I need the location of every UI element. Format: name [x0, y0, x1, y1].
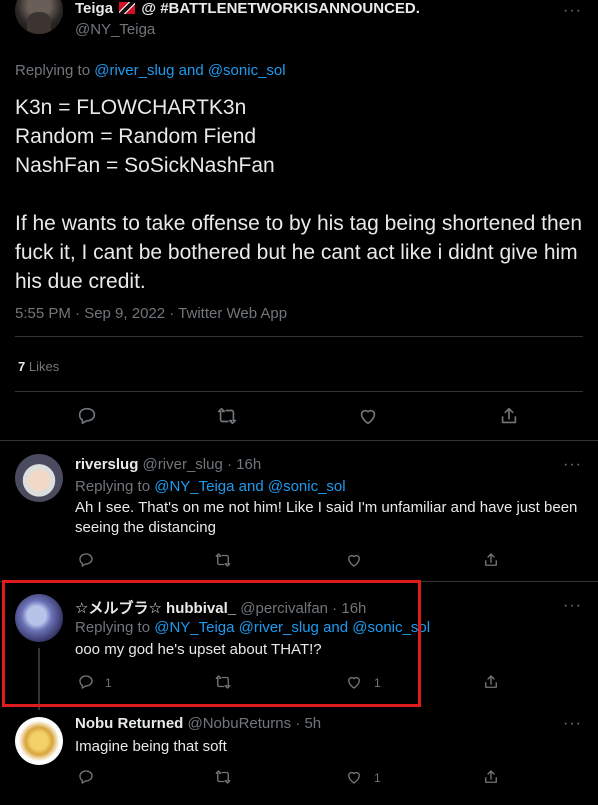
like-icon[interactable] [345, 551, 363, 569]
tweet-line: If he wants to take offense to by his ta… [15, 212, 582, 293]
divider [15, 391, 583, 392]
more-icon[interactable]: ··· [563, 2, 582, 20]
share-icon[interactable] [482, 551, 500, 569]
likes-count[interactable]: 7 Likes [18, 359, 59, 374]
reply-author[interactable]: Nobu Returned @NobuReturns · 5h [75, 715, 321, 732]
reply-handle: @NobuReturns · 5h [187, 715, 322, 732]
reply-icon[interactable] [77, 768, 95, 786]
trinidad-flag-icon [119, 2, 136, 14]
display-name: Teiga [75, 0, 114, 17]
like-count: 1 [374, 771, 381, 785]
tweet-text: K3n = FLOWCHARTK3n Random = Random Fiend… [15, 93, 585, 296]
replying-to: Replying to @river_slug and @sonic_sol [15, 62, 286, 79]
more-icon[interactable]: ··· [563, 715, 582, 733]
reply-avatar[interactable] [15, 454, 63, 502]
more-icon[interactable]: ··· [563, 456, 582, 474]
like-icon[interactable] [345, 768, 363, 786]
reply-text: Imagine being that soft [75, 738, 227, 755]
share-icon[interactable] [482, 673, 500, 691]
author-avatar[interactable] [15, 0, 63, 34]
reply-handle: @river_slug · 16h [142, 456, 262, 473]
tweet-line: Random = Random Fiend [15, 125, 257, 148]
display-name-suffix: @ #BATTLENETWORKISANNOUNCED. [141, 0, 420, 17]
replying-to-users[interactable]: @river_slug and @sonic_sol [94, 62, 285, 79]
divider [15, 336, 583, 337]
reply-author[interactable]: riverslug @river_slug · 16h [75, 456, 261, 473]
more-icon[interactable]: ··· [563, 597, 582, 615]
retweet-icon[interactable] [216, 405, 238, 427]
author-name[interactable]: Teiga @ #BATTLENETWORKISANNOUNCED. [75, 0, 420, 17]
tweet-line [15, 180, 585, 209]
divider [0, 440, 598, 441]
like-icon[interactable] [357, 405, 379, 427]
retweet-icon[interactable] [214, 768, 232, 786]
reply-text: Ah I see. That's on me not him! Like I s… [75, 499, 578, 536]
retweet-icon[interactable] [214, 551, 232, 569]
reply-icon[interactable] [77, 551, 95, 569]
reply-avatar[interactable] [15, 717, 63, 765]
tweet-timestamp[interactable]: 5:55 PM · Sep 9, 2022 · Twitter Web App [15, 305, 287, 322]
tweet-line: K3n = FLOWCHARTK3n [15, 96, 247, 119]
author-handle[interactable]: @NY_Teiga [75, 21, 155, 38]
share-icon[interactable] [498, 405, 520, 427]
tweet-line: NashFan = SoSickNashFan [15, 154, 275, 177]
reply-icon[interactable] [76, 405, 98, 427]
highlight-annotation-box [2, 580, 421, 707]
share-icon[interactable] [482, 768, 500, 786]
replying-to: Replying to @NY_Teiga and @sonic_sol [75, 478, 346, 495]
replying-to-users[interactable]: @NY_Teiga and @sonic_sol [154, 478, 345, 495]
